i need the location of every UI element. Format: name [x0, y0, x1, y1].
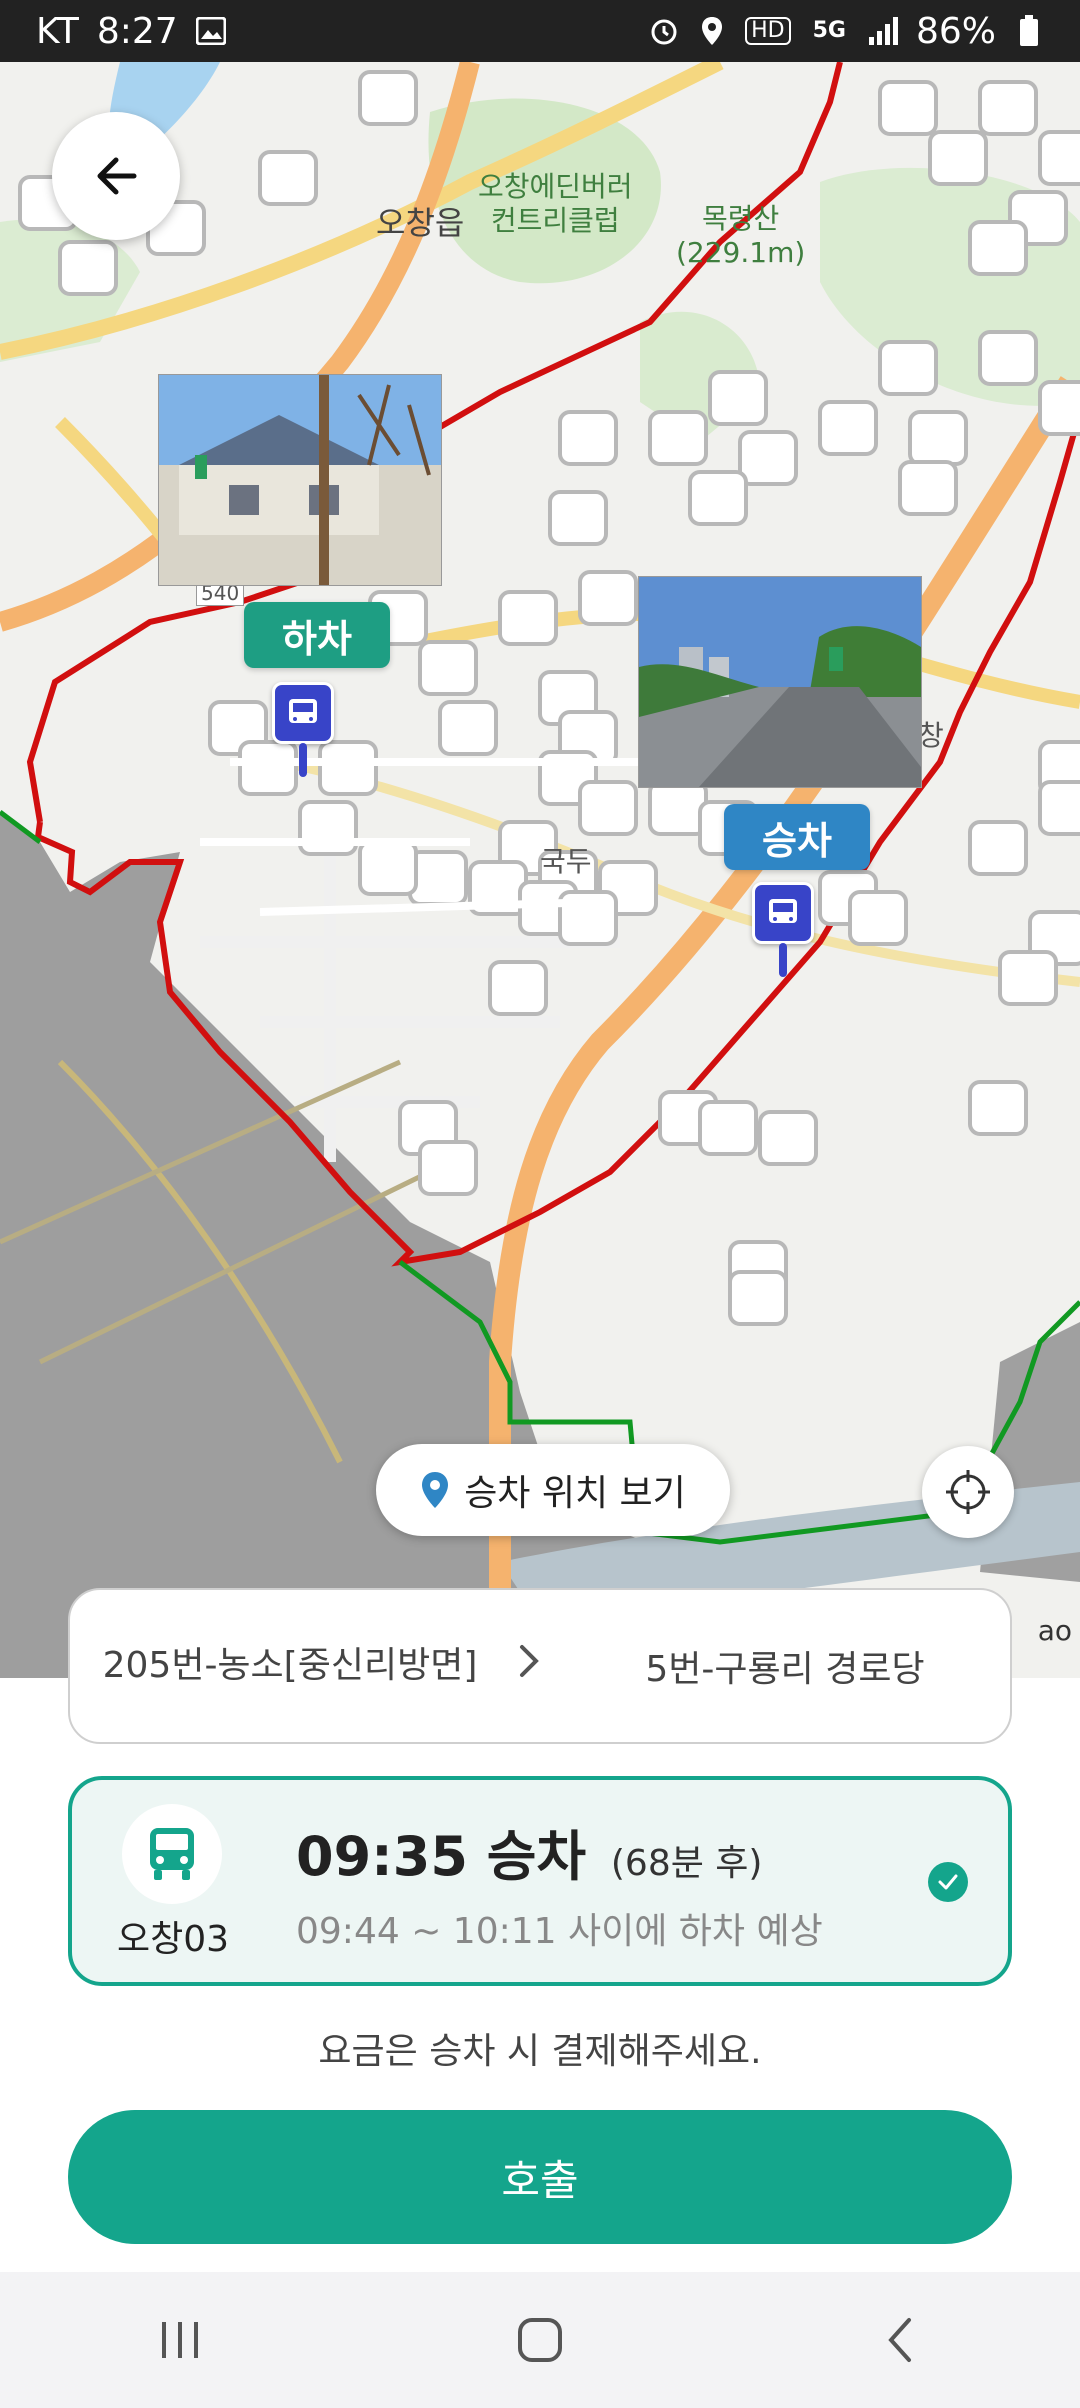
- signal-icon: [868, 16, 898, 46]
- view-pickup-location-button[interactable]: 승차 위치 보기: [376, 1444, 730, 1536]
- route-origin: 205번-농소[중신리방면]: [102, 1645, 478, 1686]
- status-bar: KT 8:27 HD 5G 86%: [0, 0, 1080, 62]
- ride-option-card[interactable]: 오창03 09:35 승차 (68분 후) 09:44 ~ 10:11 사이에 …: [68, 1776, 1012, 1986]
- arrow-left-icon: [97, 157, 137, 195]
- chevron-right-icon: [500, 1643, 560, 1689]
- arrival-estimate: 09:44 ~ 10:11 사이에 하차 예상: [296, 1911, 823, 1952]
- pickup-tag: 승차: [724, 804, 870, 870]
- wait-time: (68분 후): [610, 1843, 763, 1884]
- map-label-mountain: 목령산 (229.1m): [676, 202, 806, 269]
- map-pin-icon: [422, 1472, 449, 1508]
- home-button[interactable]: [480, 2300, 600, 2380]
- back-button[interactable]: [52, 112, 180, 240]
- hd-voice-icon: HD: [745, 17, 791, 45]
- dropoff-stop-photo[interactable]: [158, 374, 442, 586]
- map-label-country-club: 오창에딘버러 컨트리클럽: [478, 170, 633, 237]
- alarm-icon: [649, 16, 679, 46]
- map-label-town: 오창읍: [376, 204, 465, 242]
- pickup-stop-pin[interactable]: [752, 882, 814, 977]
- fare-notice: 요금은 승차 시 결제해주세요.: [318, 2031, 762, 2072]
- crosshair-icon: [946, 1470, 990, 1514]
- recent-apps-button[interactable]: [120, 2300, 240, 2380]
- battery-percent: 86%: [915, 10, 996, 52]
- gallery-icon: [195, 16, 226, 46]
- recent-apps-icon: [162, 2322, 198, 2358]
- my-location-button[interactable]: [922, 1446, 1014, 1538]
- route-destination: 5번-구룡리 경로당: [645, 1649, 925, 1690]
- system-nav-bar: [0, 2272, 1080, 2408]
- dropoff-stop-pin[interactable]: [272, 682, 334, 777]
- system-back-button[interactable]: [840, 2300, 960, 2380]
- view-pickup-location-label: 승차 위치 보기: [464, 1473, 686, 1514]
- network-type-icon: 5G: [812, 18, 846, 43]
- bus-icon: [122, 1804, 222, 1904]
- carrier-label: KT: [36, 10, 79, 52]
- home-icon: [518, 2318, 562, 2362]
- departure-info: 09:35 승차 (68분 후): [296, 1812, 762, 1891]
- selected-check-icon: [928, 1862, 968, 1902]
- departure-time: 09:35 승차: [296, 1825, 587, 1888]
- clock: 8:27: [96, 10, 178, 52]
- back-chevron-icon: [888, 2318, 911, 2362]
- map-attribution: ao: [1037, 1614, 1072, 1647]
- map-view[interactable]: 오창읍 오창에딘버러 컨트리클럽 목령산 (229.1m) 540 국두 창 a…: [0, 62, 1080, 1678]
- location-icon: [697, 16, 727, 46]
- dropoff-tag: 하차: [244, 602, 390, 668]
- battery-icon: [1014, 15, 1044, 46]
- bus-route-name: 오창03: [116, 1919, 230, 1960]
- map-label-place: 국두: [540, 845, 592, 878]
- call-button[interactable]: 호출: [68, 2110, 1012, 2244]
- pickup-stop-photo[interactable]: [638, 576, 922, 788]
- route-summary-card: 205번-농소[중신리방면] 5번-구룡리 경로당: [68, 1588, 1012, 1744]
